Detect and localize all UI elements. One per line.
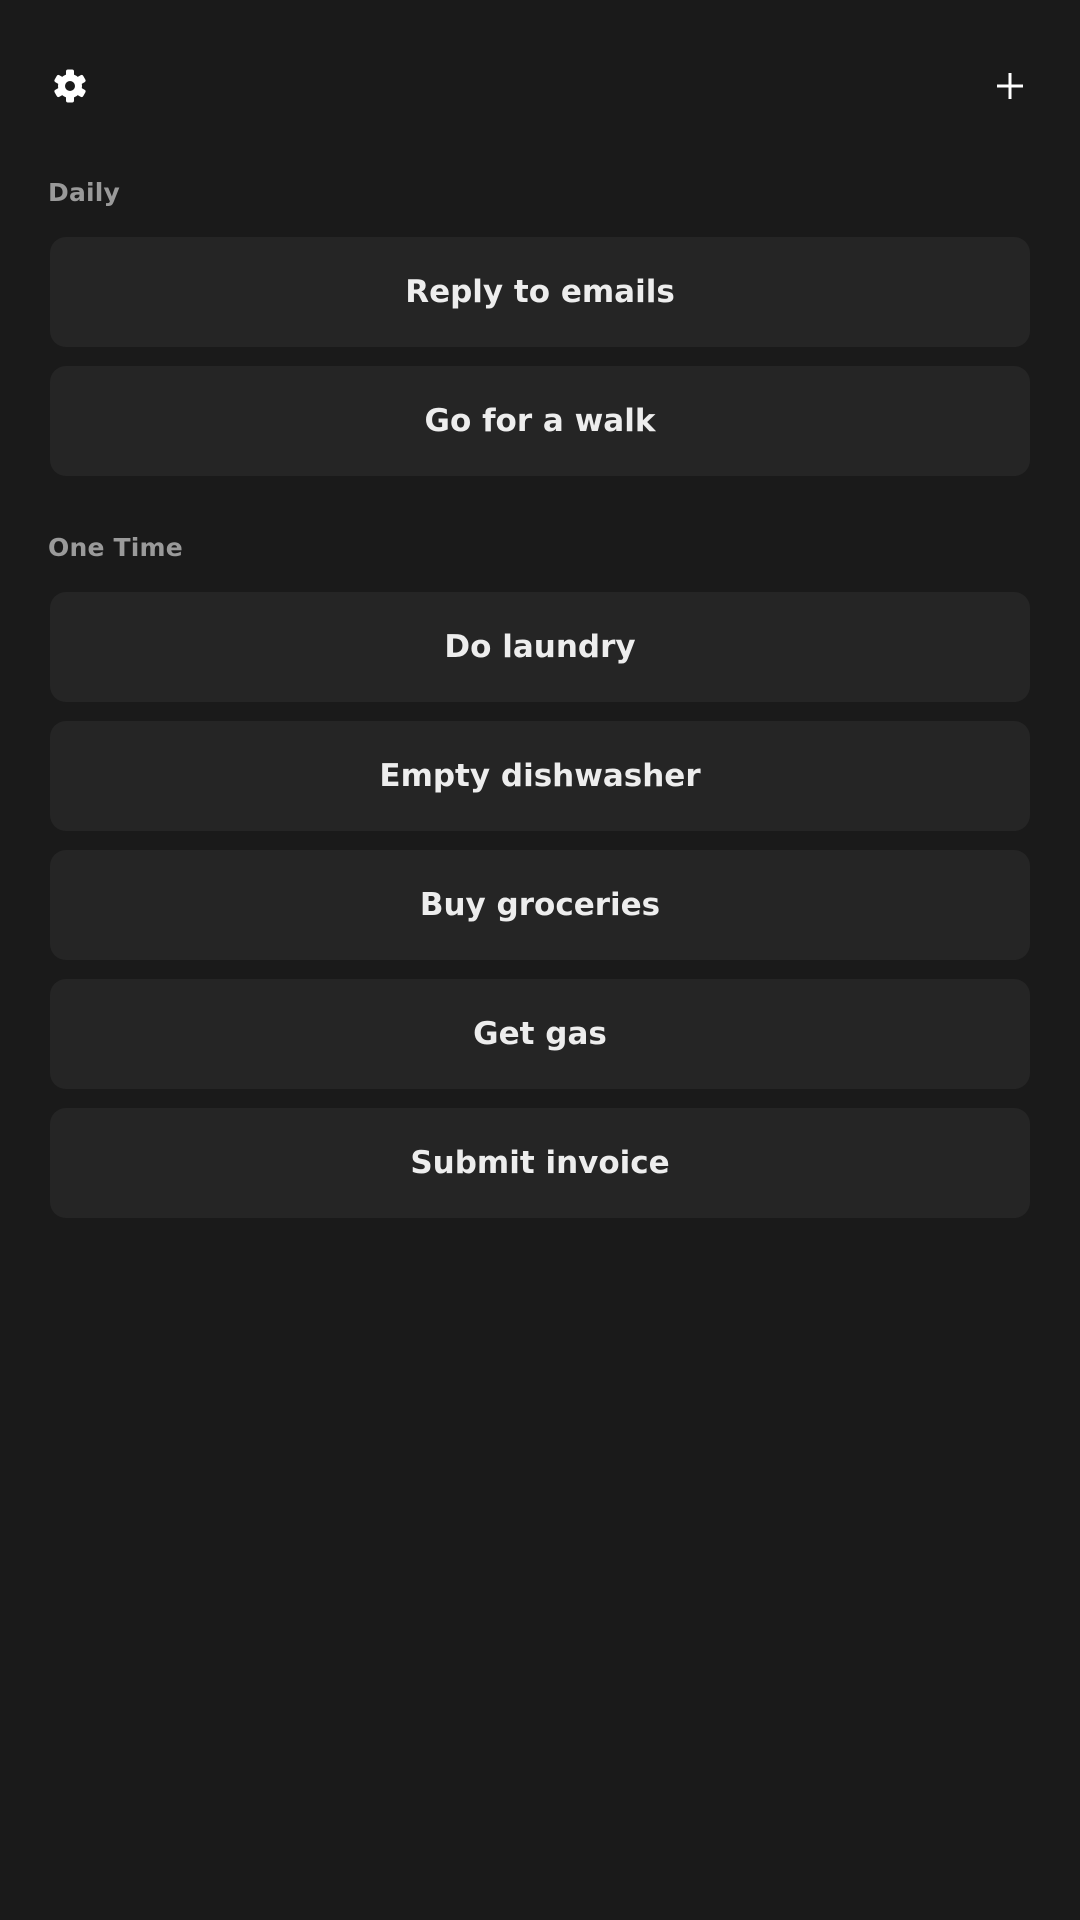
daily-task-list: Reply to emails Go for a walk bbox=[50, 237, 1030, 495]
settings-button[interactable] bbox=[40, 56, 100, 116]
gear-icon bbox=[54, 69, 86, 103]
task-item[interactable]: Go for a walk bbox=[50, 366, 1030, 476]
task-item[interactable]: Buy groceries bbox=[50, 850, 1030, 960]
top-bar bbox=[0, 0, 1080, 170]
one-time-task-list: Do laundry Empty dishwasher Buy grocerie… bbox=[50, 592, 1030, 1237]
task-item[interactable]: Get gas bbox=[50, 979, 1030, 1089]
task-item[interactable]: Reply to emails bbox=[50, 237, 1030, 347]
task-item[interactable]: Submit invoice bbox=[50, 1108, 1030, 1218]
plus-icon bbox=[997, 73, 1023, 99]
task-item[interactable]: Empty dishwasher bbox=[50, 721, 1030, 831]
add-button[interactable] bbox=[980, 56, 1040, 116]
section-label-daily: Daily bbox=[48, 178, 121, 207]
task-item[interactable]: Do laundry bbox=[50, 592, 1030, 702]
section-label-one-time: One Time bbox=[48, 533, 183, 562]
